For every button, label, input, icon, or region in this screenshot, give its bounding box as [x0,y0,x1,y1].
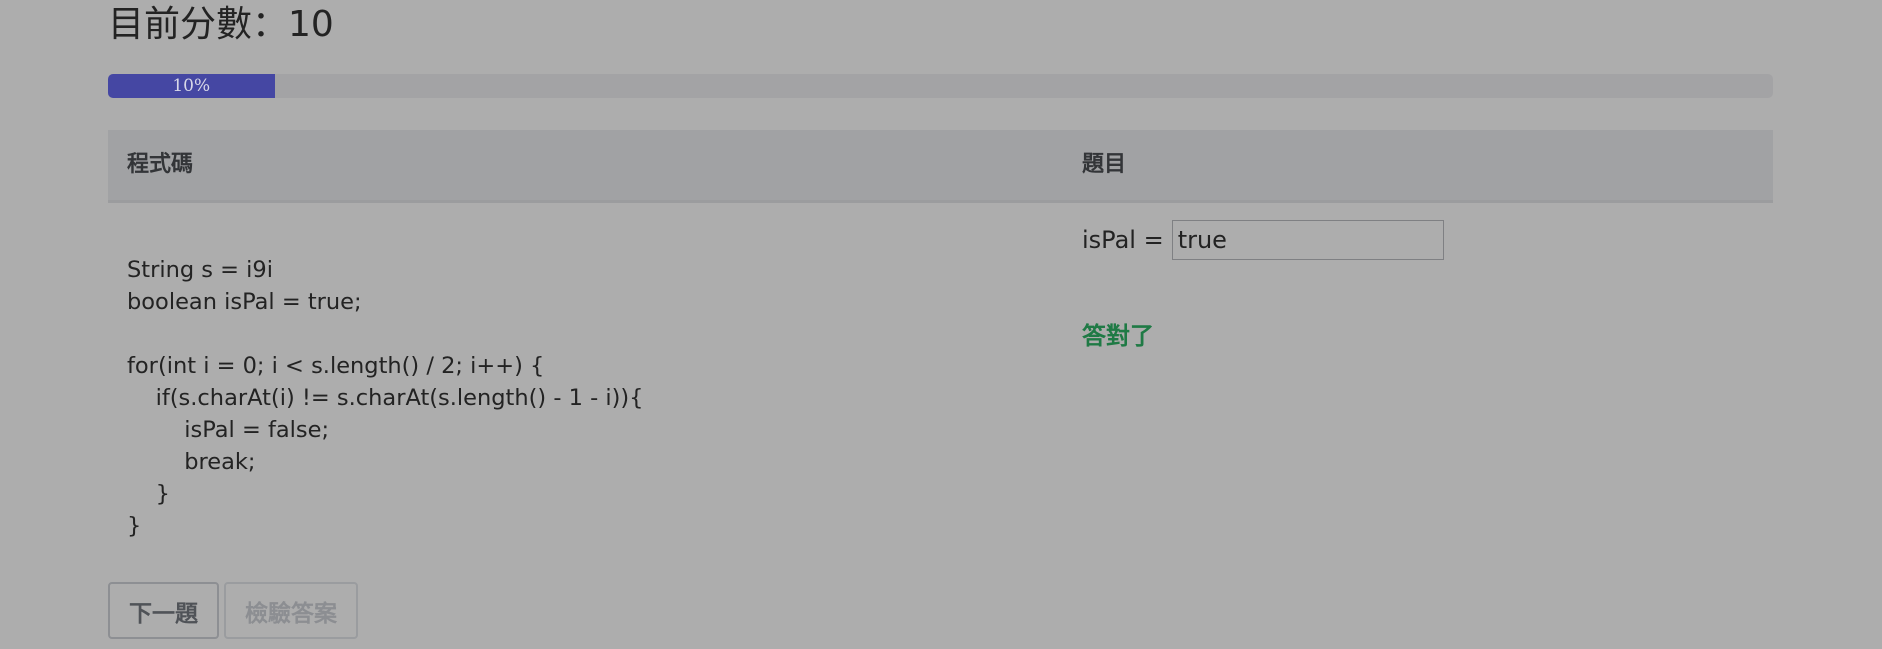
code-line: } [127,513,142,539]
progress-bar: 10% [108,74,275,98]
code-line: String s = i9i [127,257,273,283]
code-line: } [127,481,170,507]
code-line: isPal = false; [127,417,330,443]
feedback-message: 答對了 [1082,322,1154,350]
next-question-button[interactable]: 下一題 [108,582,219,639]
code-line: boolean isPal = true; [127,289,362,315]
column-header-question: 題目 [1082,152,1127,177]
answer-input[interactable] [1171,220,1444,260]
score-title: 目前分數：10 [108,4,334,45]
check-answer-button[interactable]: 檢驗答案 [224,582,358,639]
column-header-code: 程式碼 [127,152,194,177]
answer-label: isPal = [1082,226,1164,254]
code-block: String s = i9i boolean isPal = true; for… [127,254,643,542]
code-line: for(int i = 0; i < s.length() / 2; i++) … [127,353,545,379]
progress-track: 10% [108,74,1773,98]
answer-row: isPal = [1082,219,1444,261]
code-line: break; [127,449,256,475]
code-line: if(s.charAt(i) != s.charAt(s.length() - … [127,385,644,411]
table-header: 程式碼 題目 [108,130,1773,203]
